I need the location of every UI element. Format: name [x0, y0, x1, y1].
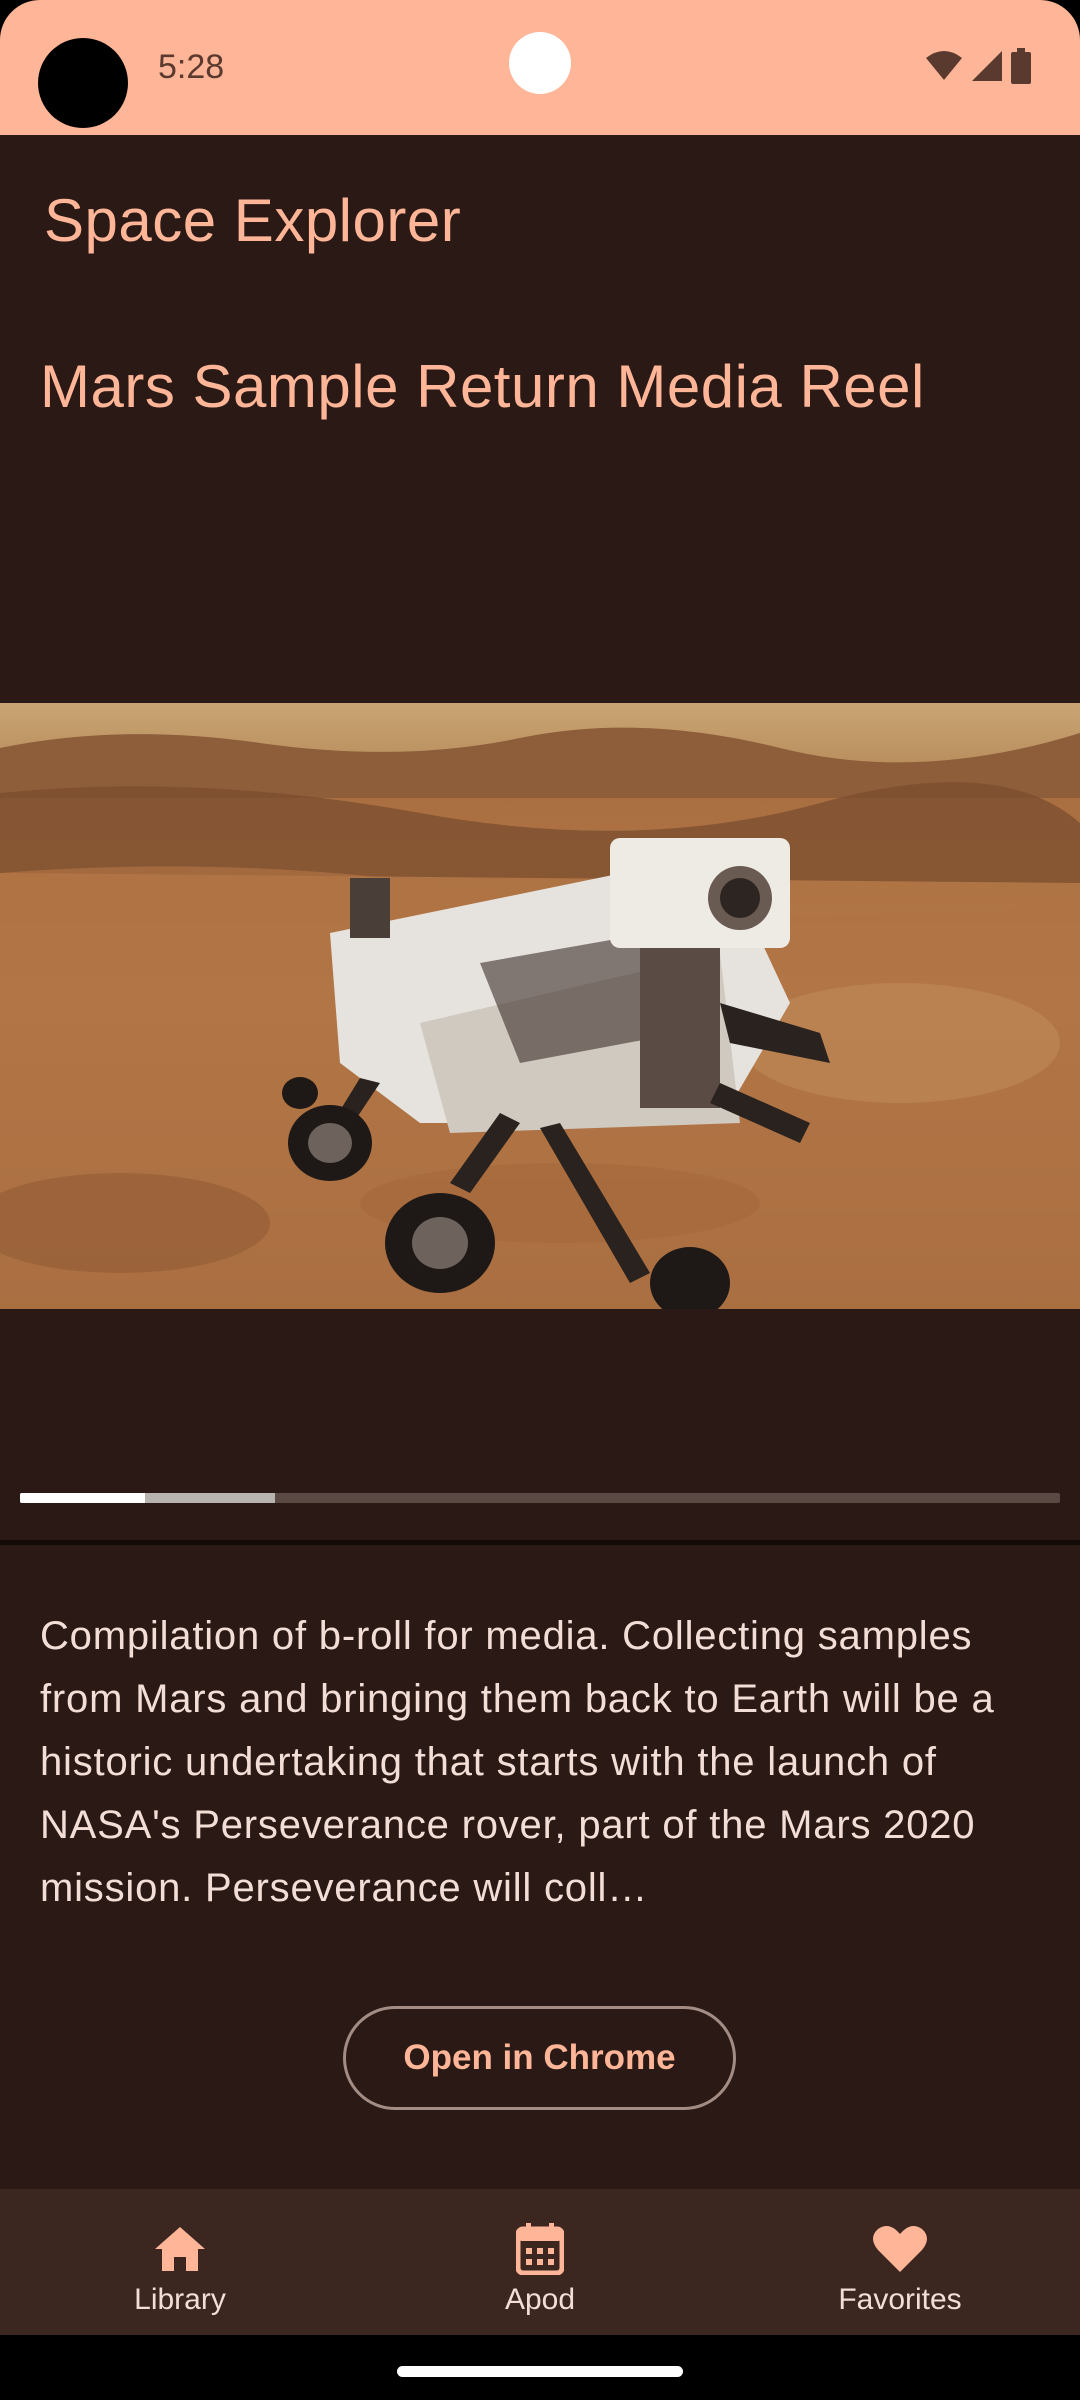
signal-icon — [970, 49, 1004, 83]
divider — [0, 1540, 1080, 1545]
played-progress — [20, 1493, 145, 1503]
heart-icon — [872, 2223, 928, 2275]
mars-rover-image — [0, 703, 1080, 1309]
nav-label-apod: Apod — [504, 2283, 576, 2315]
nav-label-favorites: Favorites — [838, 2283, 962, 2315]
media-description: Compilation of b-roll for media. Collect… — [40, 1614, 995, 1910]
video-player[interactable] — [0, 703, 1080, 1309]
status-time: 5:28 — [158, 48, 225, 86]
nav-label-library: Library — [134, 2283, 226, 2315]
front-camera — [509, 32, 571, 94]
wifi-icon — [924, 50, 964, 82]
nav-item-favorites[interactable]: Favorites — [720, 2189, 1080, 2335]
app-title: Space Explorer — [44, 187, 462, 254]
camera-cutout — [38, 38, 128, 128]
media-title: Mars Sample Return Media Reel — [40, 353, 925, 420]
home-gesture-handle[interactable] — [397, 2366, 683, 2377]
nav-item-library[interactable]: Library — [0, 2189, 360, 2335]
bottom-navigation: Library Apod Favorites — [0, 2189, 1080, 2335]
calendar-icon — [516, 2223, 564, 2275]
battery-icon — [1010, 48, 1032, 84]
nav-item-apod[interactable]: Apod — [360, 2189, 720, 2335]
status-icons — [924, 46, 1032, 86]
home-icon — [153, 2223, 207, 2275]
status-bar: 5:28 — [0, 0, 1080, 135]
app-screen: 5:28 Space Explorer Mars Sample Return M… — [0, 0, 1080, 2400]
open-in-chrome-button[interactable]: Open in Chrome — [343, 2006, 736, 2110]
playback-progress-bar[interactable] — [20, 1493, 1060, 1503]
